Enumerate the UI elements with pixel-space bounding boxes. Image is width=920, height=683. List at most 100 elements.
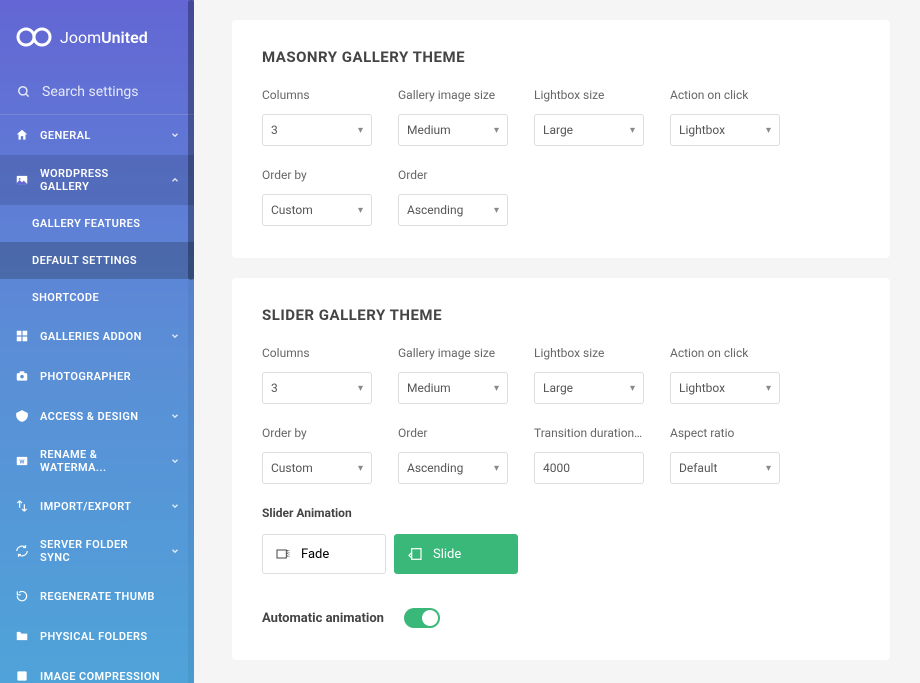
section-label: Slider Animation [262,506,860,520]
field-label: Order [398,426,508,440]
scrollbar-thumb[interactable] [188,0,194,280]
compress-icon [14,668,30,683]
nav-label: PHYSICAL FOLDERS [40,630,148,643]
refresh-icon [14,588,30,604]
toggle-knob [422,610,438,626]
select-lightbox-size[interactable]: Large▾ [534,372,644,404]
input-transition-duration[interactable]: 4000 [534,452,644,484]
select-order-by[interactable]: Custom▾ [262,194,372,226]
camera-icon [14,368,30,384]
sync-icon [14,543,30,559]
button-label: Slide [433,547,461,562]
field-label: Transition duration (... [534,426,644,440]
select-image-size[interactable]: Medium▾ [398,372,508,404]
select-order[interactable]: Ascending▾ [398,452,508,484]
nav-label: GENERAL [40,129,91,142]
chevron-down-icon [170,130,180,140]
field-label: Order by [262,168,372,182]
select-action-click[interactable]: Lightbox▾ [670,114,780,146]
nav-import-export[interactable]: IMPORT/EXPORT [0,486,194,526]
field-label: Lightbox size [534,346,644,360]
chevron-down-icon: ▾ [494,125,499,136]
brand-logo: JoomUnited [0,0,194,70]
nav-label: IMAGE COMPRESSION [40,670,160,683]
select-lightbox-size[interactable]: Large▾ [534,114,644,146]
chevron-down-icon [170,331,180,341]
field-label: Gallery image size [398,346,508,360]
nav-image-compression[interactable]: IMAGE COMPRESSION [0,656,194,683]
nav-galleries-addon[interactable]: GALLERIES ADDON [0,316,194,356]
nav-label: RENAME & WATERMA... [40,448,160,474]
button-label: Fade [301,547,329,562]
select-columns[interactable]: 3▾ [262,114,372,146]
chevron-down-icon [170,546,180,556]
panel-masonry: MASONRY GALLERY THEME Columns 3▾ Gallery … [232,20,890,258]
nav-label: GALLERIES ADDON [40,330,142,343]
chevron-down-icon: ▾ [358,125,363,136]
sub-gallery-features[interactable]: GALLERY FEATURES [0,205,194,242]
chevron-down-icon: ▾ [494,383,499,394]
nav-access-design[interactable]: ACCESS & DESIGN [0,396,194,436]
chevron-down-icon [170,456,180,466]
field-label: Columns [262,346,372,360]
select-columns[interactable]: 3▾ [262,372,372,404]
field-label: Columns [262,88,372,102]
nav-label: REGENERATE THUMB [40,590,155,603]
nav-label: SERVER FOLDER SYNC [40,538,160,564]
chevron-down-icon: ▾ [358,383,363,394]
watermark-icon: W [14,453,30,469]
animation-slide-button[interactable]: Slide [394,534,518,574]
chevron-down-icon: ▾ [358,463,363,474]
panel-title: SLIDER GALLERY THEME [262,306,860,324]
select-image-size[interactable]: Medium▾ [398,114,508,146]
field-label: Action on click [670,346,780,360]
nav-rename-watermark[interactable]: W RENAME & WATERMA... [0,436,194,486]
nav-label: PHOTOGRAPHER [40,370,131,383]
field-label: Aspect ratio [670,426,780,440]
main-content: MASONRY GALLERY THEME Columns 3▾ Gallery … [194,0,920,683]
sidebar: JoomUnited Search settings GENERAL WORDP… [0,0,194,683]
field-label: Gallery image size [398,88,508,102]
select-order[interactable]: Ascending▾ [398,194,508,226]
toggle-label: Automatic animation [262,611,384,626]
sub-default-settings[interactable]: DEFAULT SETTINGS [0,242,194,279]
nav-wordpress-gallery[interactable]: WORDPRESS GALLERY [0,155,194,205]
select-order-by[interactable]: Custom▾ [262,452,372,484]
chevron-down-icon: ▾ [766,463,771,474]
chevron-down-icon [170,411,180,421]
nav-general[interactable]: GENERAL [0,114,194,155]
field-label: Order [398,168,508,182]
nav-photographer[interactable]: PHOTOGRAPHER [0,356,194,396]
chevron-down-icon: ▾ [494,463,499,474]
chevron-down-icon: ▾ [630,383,635,394]
nav-regenerate-thumb[interactable]: REGENERATE THUMB [0,576,194,616]
chevron-down-icon [170,501,180,511]
animation-fade-button[interactable]: Fade [262,534,386,574]
search-placeholder: Search settings [42,84,139,100]
nav-server-sync[interactable]: SERVER FOLDER SYNC [0,526,194,576]
import-export-icon [14,498,30,514]
search-input[interactable]: Search settings [0,70,194,114]
sub-shortcode[interactable]: SHORTCODE [0,279,194,316]
field-label: Order by [262,426,372,440]
svg-text:W: W [19,459,25,465]
chevron-up-icon [170,175,180,185]
chevron-down-icon: ▾ [494,205,499,216]
addon-icon [14,328,30,344]
toggle-auto-animation[interactable] [404,608,440,628]
folder-icon [14,628,30,644]
select-aspect-ratio[interactable]: Default▾ [670,452,780,484]
select-action-click[interactable]: Lightbox▾ [670,372,780,404]
fade-icon [275,546,291,562]
panel-slider: SLIDER GALLERY THEME Columns 3▾ Gallery i… [232,278,890,660]
panel-title: MASONRY GALLERY THEME [262,48,860,66]
chevron-down-icon: ▾ [358,205,363,216]
design-icon [14,408,30,424]
field-label: Lightbox size [534,88,644,102]
image-icon [14,172,30,188]
search-icon [16,84,32,100]
brand-name: JoomUnited [60,28,148,47]
chevron-down-icon: ▾ [766,383,771,394]
nav-physical-folders[interactable]: PHYSICAL FOLDERS [0,616,194,656]
nav-label: ACCESS & DESIGN [40,410,138,423]
